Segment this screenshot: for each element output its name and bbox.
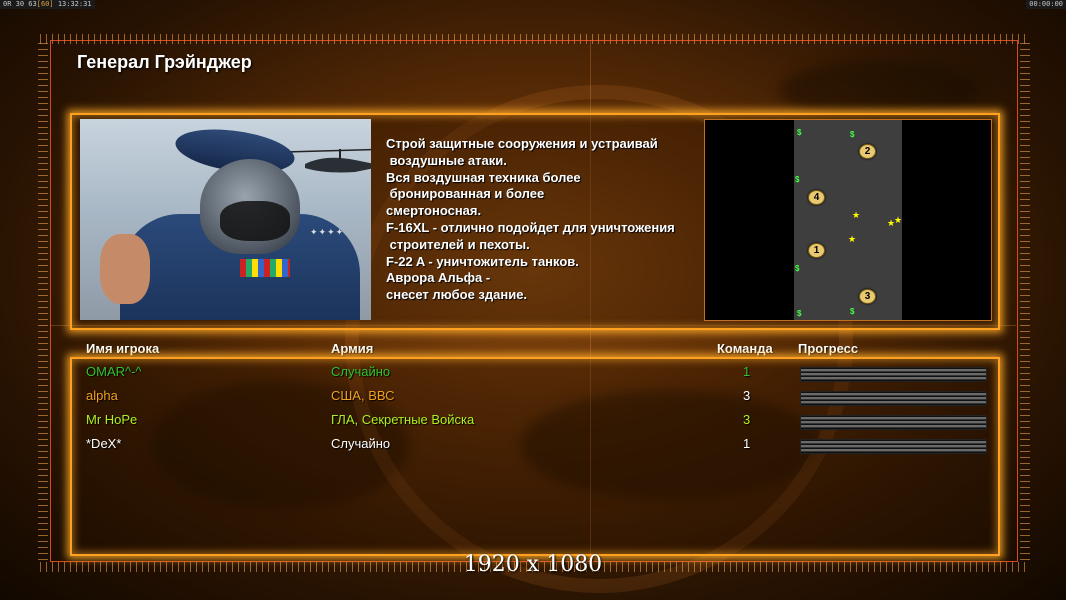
system-stats-bar: 0R 30 63[60] 13:32:31 — [0, 0, 95, 9]
player-name: alpha — [86, 388, 118, 403]
player-army: ГЛА, Секретные Войска — [331, 412, 475, 427]
loading-progress-bar — [800, 391, 987, 406]
start-position-2[interactable]: 2 — [859, 144, 876, 159]
player-row: alpha США, ВВС 3 — [0, 388, 1066, 408]
player-team: 3 — [743, 412, 751, 427]
start-position-4[interactable]: 4 — [808, 190, 825, 205]
stats-prefix: 0R — [3, 0, 12, 8]
oil-derrick-icon: ★ — [894, 215, 903, 225]
cash-icon: $ — [797, 128, 802, 137]
header-player-name: Имя игрока — [86, 341, 160, 356]
player-row: OMAR^-^ Случайно 1 — [0, 364, 1066, 384]
player-army: Случайно — [331, 364, 391, 379]
ruler-right — [1020, 40, 1030, 560]
cash-icon: $ — [850, 307, 855, 316]
player-team: 3 — [743, 388, 751, 403]
minimap[interactable]: $ $ $ $ $ $ ★ ★ ★ ★ 2 4 1 3 — [704, 119, 992, 321]
ruler-left — [38, 40, 48, 560]
medal-ribbons — [240, 259, 290, 277]
resolution-label: 1920 x 1080 — [463, 552, 603, 577]
cash-icon: $ — [850, 130, 855, 139]
cash-icon: $ — [795, 264, 800, 273]
player-army: Случайно — [331, 436, 391, 451]
header-progress: Прогресс — [798, 341, 859, 356]
player-name: OMAR^-^ — [86, 364, 142, 379]
player-name: Mr HoPe — [86, 412, 138, 427]
oil-derrick-icon: ★ — [852, 210, 861, 220]
player-team: 1 — [743, 436, 751, 451]
start-position-1[interactable]: 1 — [808, 243, 825, 258]
player-name: *DeX* — [86, 436, 122, 451]
start-position-3[interactable]: 3 — [859, 289, 876, 304]
helmet-visor — [220, 201, 290, 241]
header-team: Команда — [717, 341, 773, 356]
map-terrain — [794, 120, 902, 320]
stats-values: 30 63 — [15, 0, 37, 8]
general-description: Строй защитные сооружения и устраивай во… — [386, 136, 675, 303]
player-row: Mr HoPe ГЛА, Секретные Войска 3 — [0, 412, 1066, 432]
oil-derrick-icon: ★ — [848, 234, 857, 244]
stats-clock: 13:32:31 — [57, 0, 92, 8]
players-panel — [70, 357, 1000, 556]
stats-highlight: [60] — [36, 0, 54, 8]
hand-with-radio — [100, 234, 150, 304]
general-portrait: ✦✦✦✦ — [80, 119, 371, 320]
general-title: Генерал Грэйнджер — [77, 52, 252, 72]
player-army: США, ВВС — [331, 388, 395, 403]
cash-icon: $ — [795, 175, 800, 184]
loading-progress-bar — [800, 439, 987, 454]
player-team: 1 — [743, 364, 751, 379]
header-army: Армия — [331, 341, 374, 356]
player-row: *DeX* Случайно 1 — [0, 436, 1066, 456]
helicopter-icon — [285, 148, 371, 173]
rank-stars-icon: ✦✦✦✦ — [310, 227, 345, 237]
cash-icon: $ — [797, 309, 802, 318]
loading-progress-bar — [800, 367, 987, 382]
game-timer: 00:00:00 — [1026, 0, 1066, 9]
loading-progress-bar — [800, 415, 987, 430]
